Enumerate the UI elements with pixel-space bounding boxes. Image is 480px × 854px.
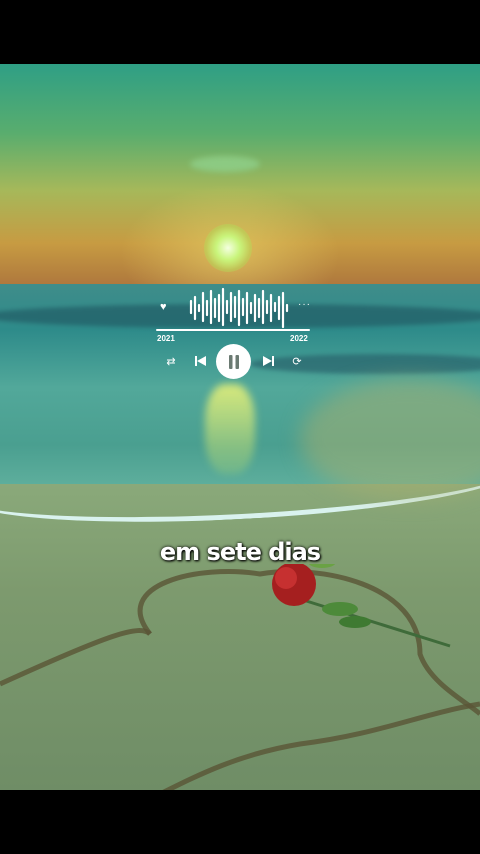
- shuffle-icon[interactable]: ⇄: [164, 354, 178, 368]
- heart-icon[interactable]: ♥: [160, 302, 167, 313]
- more-icon[interactable]: ···: [298, 299, 311, 310]
- lyric-caption: em sete dias: [159, 538, 321, 566]
- progress-bar[interactable]: [156, 329, 310, 331]
- heart-drawing-with-rose: [0, 564, 480, 790]
- repeat-icon[interactable]: ⟳: [290, 354, 304, 368]
- cloud: [190, 156, 260, 172]
- next-icon[interactable]: [261, 354, 275, 368]
- top-letterbox: [0, 0, 480, 64]
- pause-button[interactable]: [216, 344, 251, 379]
- pause-icon: [228, 354, 239, 369]
- beach-sunset-background: [0, 64, 480, 790]
- elapsed-time: 2021: [157, 334, 175, 343]
- bottom-letterbox: [0, 790, 480, 854]
- previous-icon[interactable]: [193, 354, 207, 368]
- audio-waveform: [189, 287, 289, 329]
- total-time: 2022: [290, 334, 308, 343]
- sun: [204, 224, 252, 272]
